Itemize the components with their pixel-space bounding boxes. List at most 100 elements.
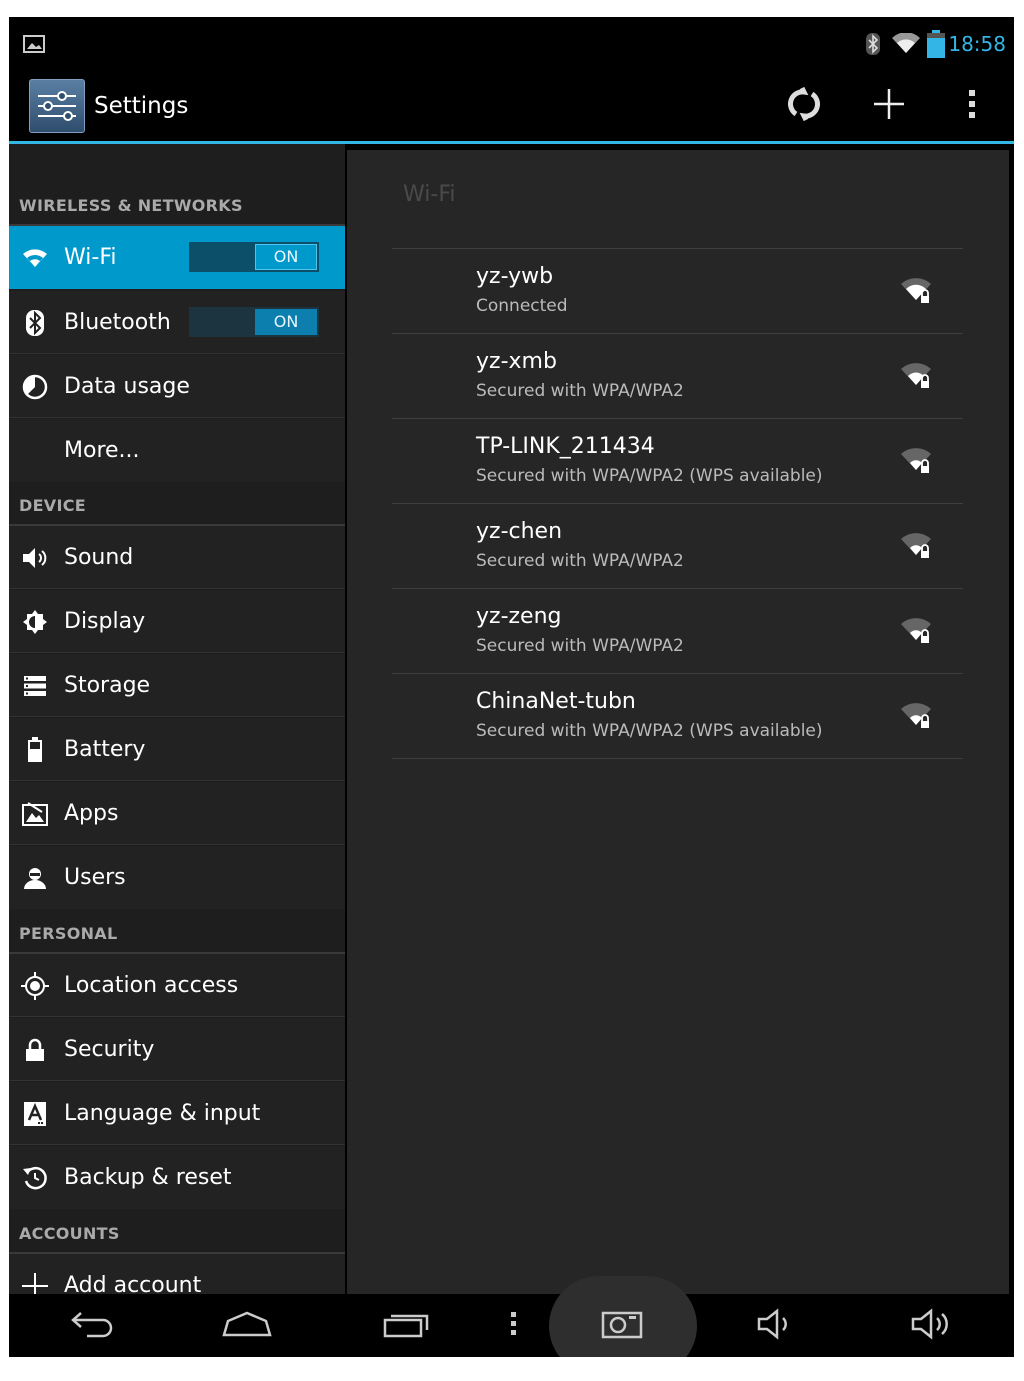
sidebar-item-sound[interactable]: Sound [9,526,345,589]
network-divider [392,758,963,759]
network-item[interactable]: yz-zeng Secured with WPA/WPA2 [392,588,963,673]
item-divider [9,844,345,845]
sidebar-item-data-usage[interactable]: Data usage [9,355,345,418]
sidebar-item-location[interactable]: Location access [9,954,345,1017]
navigation-bar [9,1276,1014,1357]
wifi-lock-signal-icon [901,533,931,558]
sidebar-item-label: Wi-Fi [64,245,117,270]
network-item[interactable]: TP-LINK_211434 Secured with WPA/WPA2 (WP… [392,418,963,503]
sidebar-item-wifi[interactable]: Wi-Fi ON [9,226,345,289]
network-divider [392,588,963,589]
sidebar-item-storage[interactable]: Storage [9,654,345,717]
sidebar-item-label: Location access [64,973,239,998]
network-status: Secured with WPA/WPA2 (WPS available) [476,466,823,486]
wps-icon [784,84,824,128]
network-ssid: ChinaNet-tubn [476,689,636,714]
network-status: Secured with WPA/WPA2 [476,636,684,656]
home-button[interactable] [219,1294,275,1357]
sidebar-item-bluetooth[interactable]: Bluetooth ON [9,291,345,354]
network-ssid: TP-LINK_211434 [476,434,655,459]
network-divider [392,418,963,419]
overflow-menu-button[interactable] [954,71,990,141]
sidebar-item-add-account[interactable]: Add account [9,1254,345,1294]
language-icon [21,1082,49,1145]
network-ssid: yz-zeng [476,604,562,629]
screenshot-button[interactable] [594,1294,650,1357]
volume-up-button[interactable] [904,1294,964,1357]
network-item[interactable]: yz-xmb Secured with WPA/WPA2 [392,333,963,418]
toggle-state: ON [255,244,317,270]
battery-status-icon [927,17,945,71]
network-item[interactable]: yz-ywb Connected [392,248,963,333]
apps-icon [21,782,49,845]
item-divider [9,716,345,717]
sidebar-item-backup[interactable]: Backup & reset [9,1146,345,1209]
network-divider [392,248,963,249]
camera-icon [601,1309,643,1343]
network-status: Secured with WPA/WPA2 [476,551,684,571]
sidebar-item-label: Display [64,609,146,634]
settings-sidebar[interactable]: WIRELESS & NETWORKS Wi-Fi ON Bluetooth O… [9,144,345,1294]
item-divider [9,652,345,653]
user-icon [21,846,49,909]
bluetooth-toggle[interactable]: ON [189,307,319,337]
volume-down-icon [757,1307,797,1344]
settings-app-icon[interactable] [29,79,85,133]
wifi-networks-panel: Wi-Fi yz-ywb Connected yz-xmb Secured wi… [347,150,1009,1294]
panel-title: Wi-Fi [403,182,456,207]
bluetooth-icon [21,291,49,354]
item-divider [9,1080,345,1081]
android-settings-screen: 18:58 Settings WIRELESS & NETWORKS Wi-Fi… [9,17,1014,1357]
sidebar-item-language[interactable]: Language & input [9,1082,345,1145]
wifi-lock-signal-icon [901,618,931,643]
back-button[interactable] [64,1294,120,1357]
item-divider [9,588,345,589]
recent-apps-button[interactable] [379,1294,435,1357]
wps-button[interactable] [779,71,829,141]
sidebar-item-apps[interactable]: Apps [9,782,345,845]
wifi-toggle[interactable]: ON [189,242,319,272]
menu-dots-icon [510,1311,518,1341]
page-title: Settings [94,93,189,119]
item-divider [9,1144,345,1145]
sidebar-item-users[interactable]: Users [9,846,345,909]
network-item[interactable]: ChinaNet-tubn Secured with WPA/WPA2 (WPS… [392,673,963,758]
menu-button[interactable] [503,1294,525,1357]
sidebar-item-label: Sound [64,545,134,570]
add-network-button[interactable] [864,71,914,141]
volume-down-button[interactable] [749,1294,805,1357]
network-ssid: yz-xmb [476,349,557,374]
item-divider [9,780,345,781]
wifi-icon [21,226,49,289]
storage-icon [21,654,49,717]
plus-icon [21,1254,49,1294]
action-bar: Settings [9,71,1014,141]
status-time: 18:58 [948,32,1006,56]
sidebar-item-security[interactable]: Security [9,1018,345,1081]
battery-icon [21,718,49,781]
sidebar-item-label: Battery [64,737,146,762]
home-icon [222,1311,272,1341]
lock-icon [21,1018,49,1081]
volume-up-icon [911,1307,957,1344]
backup-icon [21,1146,49,1209]
sidebar-item-display[interactable]: Display [9,590,345,653]
network-ssid: yz-ywb [476,264,554,289]
sidebar-item-label: Security [64,1037,155,1062]
network-item[interactable]: yz-chen Secured with WPA/WPA2 [392,503,963,588]
wifi-lock-signal-icon [901,363,931,388]
bluetooth-status-icon [866,17,880,71]
toggle-state: ON [255,309,317,335]
wifi-lock-signal-icon [901,448,931,473]
section-header-personal: PERSONAL [19,924,118,943]
plus-icon [872,87,906,125]
sidebar-item-battery[interactable]: Battery [9,718,345,781]
sidebar-item-more[interactable]: More... [9,419,345,482]
network-status: Secured with WPA/WPA2 [476,381,684,401]
network-divider [392,673,963,674]
gallery-notification-icon [23,17,45,71]
sidebar-item-label: Data usage [64,374,190,399]
network-divider [392,503,963,504]
sidebar-item-label: Bluetooth [64,310,171,335]
item-divider [9,353,345,354]
